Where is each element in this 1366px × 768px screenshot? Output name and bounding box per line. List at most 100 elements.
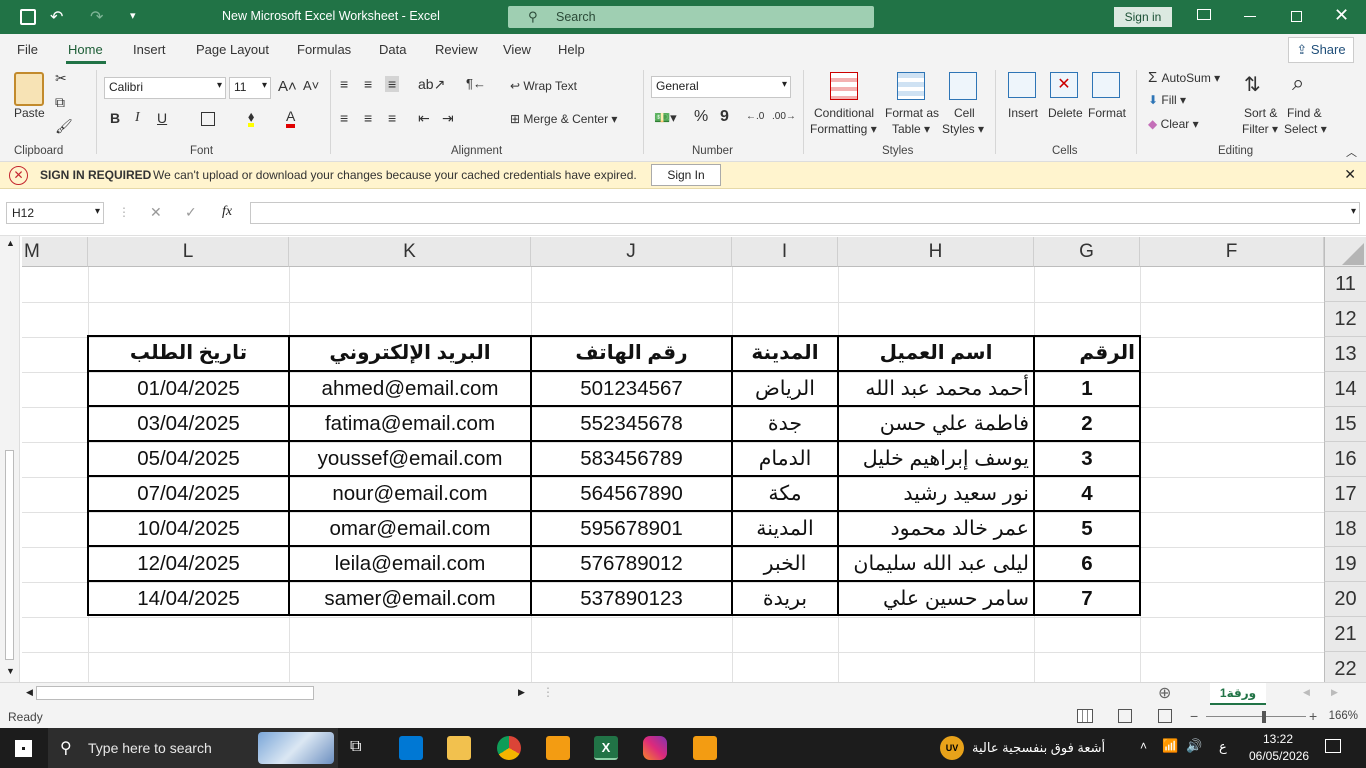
- decrease-indent-icon[interactable]: ⇤: [418, 110, 430, 127]
- format-painter-icon[interactable]: 🖌: [55, 118, 73, 135]
- cell-order-date[interactable]: 12/04/2025: [90, 546, 287, 581]
- cell-number[interactable]: 3: [1036, 441, 1138, 476]
- collapse-ribbon-icon[interactable]: ︿: [1346, 144, 1357, 160]
- row-header-15[interactable]: 15: [1324, 407, 1366, 442]
- column-header-h[interactable]: H: [838, 237, 1034, 267]
- scroll-right-icon[interactable]: ▶: [518, 687, 525, 698]
- cell-email[interactable]: ahmed@email.com: [291, 371, 529, 406]
- cell-customer-name[interactable]: سامر حسين علي: [840, 581, 1032, 616]
- row-header-16[interactable]: 16: [1324, 442, 1366, 477]
- zoom-slider-thumb[interactable]: [1262, 711, 1266, 723]
- cell-number[interactable]: 7: [1036, 581, 1138, 616]
- cell-city[interactable]: جدة: [734, 406, 836, 441]
- increase-font-icon[interactable]: A˄: [278, 78, 297, 95]
- message-sign-in-button[interactable]: Sign In: [651, 164, 721, 186]
- restore-icon[interactable]: [1291, 11, 1302, 22]
- cell-email[interactable]: leila@email.com: [291, 546, 529, 581]
- cell-city[interactable]: الخبر: [734, 546, 836, 581]
- cell-customer-name[interactable]: يوسف إبراهيم خليل: [840, 441, 1032, 476]
- cell-styles-icon[interactable]: [949, 72, 977, 100]
- insert-function-icon[interactable]: fx: [222, 204, 232, 220]
- decrease-decimal-icon[interactable]: .00→: [772, 111, 796, 122]
- cell-city[interactable]: المدينة: [734, 511, 836, 546]
- zoom-out-icon[interactable]: −: [1190, 708, 1198, 724]
- decrease-font-icon[interactable]: A˅: [303, 78, 319, 93]
- row-header-13[interactable]: 13: [1324, 337, 1366, 372]
- cell-number[interactable]: 2: [1036, 406, 1138, 441]
- cell-phone[interactable]: 576789012: [533, 546, 730, 581]
- cell-order-date[interactable]: 07/04/2025: [90, 476, 287, 511]
- cell-email[interactable]: nour@email.com: [291, 476, 529, 511]
- cell-phone[interactable]: 537890123: [533, 581, 730, 616]
- column-header-f[interactable]: F: [1140, 237, 1324, 267]
- autosum-button[interactable]: Σ AutoSum ▾: [1148, 69, 1220, 86]
- header-cell-city[interactable]: المدينة: [734, 336, 836, 371]
- header-cell-date[interactable]: تاريخ الطلب: [90, 336, 287, 371]
- row-header-19[interactable]: 19: [1324, 547, 1366, 582]
- excel-file-icon[interactable]: [20, 9, 36, 25]
- fill-button[interactable]: ⬇ Fill ▾: [1148, 93, 1186, 107]
- minimize-icon[interactable]: [1244, 16, 1256, 17]
- delete-cells-button[interactable]: Delete: [1048, 106, 1083, 120]
- formula-input[interactable]: ▾: [250, 202, 1360, 224]
- align-middle-icon[interactable]: ≡: [364, 76, 372, 92]
- cut-icon[interactable]: ✂: [55, 70, 67, 87]
- align-bottom-icon[interactable]: ≡: [385, 76, 400, 92]
- percent-button[interactable]: %: [694, 108, 708, 126]
- language-indicator[interactable]: ع: [1219, 739, 1227, 755]
- cell-order-date[interactable]: 10/04/2025: [90, 511, 287, 546]
- share-button[interactable]: ⇪ Share: [1288, 37, 1354, 63]
- cell-city[interactable]: الدمام: [734, 441, 836, 476]
- row-header-11[interactable]: 11: [1324, 267, 1366, 302]
- name-box[interactable]: H12 ▾: [6, 202, 104, 224]
- column-header-j[interactable]: J: [531, 237, 732, 267]
- sign-in-button[interactable]: Sign in: [1114, 7, 1172, 27]
- normal-view-icon[interactable]: [1077, 709, 1093, 723]
- customize-qat-icon[interactable]: ▾: [130, 9, 136, 22]
- cell-number[interactable]: 4: [1036, 476, 1138, 511]
- conditional-formatting-icon[interactable]: [830, 72, 858, 100]
- tab-insert[interactable]: Insert: [133, 42, 166, 57]
- scroll-down-icon[interactable]: ▼: [6, 666, 15, 676]
- bold-button[interactable]: B: [110, 110, 120, 126]
- chevron-up-icon[interactable]: ˄: [1140, 739, 1147, 753]
- column-header-g[interactable]: G: [1034, 237, 1140, 267]
- tab-formulas[interactable]: Formulas: [297, 42, 351, 57]
- tab-help[interactable]: Help: [558, 42, 585, 57]
- cell-phone[interactable]: 501234567: [533, 371, 730, 406]
- cell-number[interactable]: 1: [1036, 371, 1138, 406]
- conditional-formatting-label-2[interactable]: Formatting ▾: [810, 122, 877, 136]
- italic-button[interactable]: I: [135, 110, 140, 126]
- sort-filter-button[interactable]: Sort &: [1244, 106, 1277, 120]
- cell-phone[interactable]: 552345678: [533, 406, 730, 441]
- excel-taskbar-icon[interactable]: X: [594, 736, 618, 760]
- text-direction-icon[interactable]: ¶←: [466, 76, 486, 91]
- page-break-view-icon[interactable]: [1158, 709, 1172, 723]
- cell-order-date[interactable]: 05/04/2025: [90, 441, 287, 476]
- new-sheet-icon[interactable]: ⊕: [1158, 683, 1171, 703]
- zoom-slider[interactable]: [1206, 716, 1306, 717]
- cell-customer-name[interactable]: أحمد محمد عبد الله: [840, 371, 1032, 406]
- row-header-17[interactable]: 17: [1324, 477, 1366, 512]
- worksheet-grid[interactable]: ▲ ▼ M L K J I H G F 11 12 13 14 15 16 17…: [0, 236, 1366, 682]
- row-header-20[interactable]: 20: [1324, 582, 1366, 617]
- borders-icon[interactable]: [201, 112, 215, 126]
- instagram-icon[interactable]: [643, 736, 667, 760]
- row-header-14[interactable]: 14: [1324, 372, 1366, 407]
- magnifier-icon[interactable]: ⌕: [1292, 70, 1304, 96]
- next-sheet-icon[interactable]: ▶: [1331, 687, 1338, 698]
- paste-icon[interactable]: [14, 72, 44, 106]
- select-all-corner[interactable]: [1324, 237, 1366, 267]
- taskbar-search[interactable]: ⚲ Type here to search: [48, 728, 338, 768]
- align-center-icon[interactable]: ≡: [364, 110, 372, 126]
- increase-indent-icon[interactable]: ⇥: [442, 110, 454, 127]
- number-format-select[interactable]: General ▾: [651, 76, 791, 98]
- underline-button[interactable]: U: [157, 110, 167, 126]
- chrome-icon[interactable]: [497, 736, 521, 760]
- expand-formula-icon[interactable]: ▾: [1351, 206, 1356, 217]
- ribbon-display-icon[interactable]: [1197, 9, 1211, 20]
- cell-order-date[interactable]: 14/04/2025: [90, 581, 287, 616]
- paste-button[interactable]: Paste: [14, 106, 45, 120]
- format-as-table-label-2[interactable]: Table ▾: [892, 122, 930, 136]
- cell-order-date[interactable]: 01/04/2025: [90, 371, 287, 406]
